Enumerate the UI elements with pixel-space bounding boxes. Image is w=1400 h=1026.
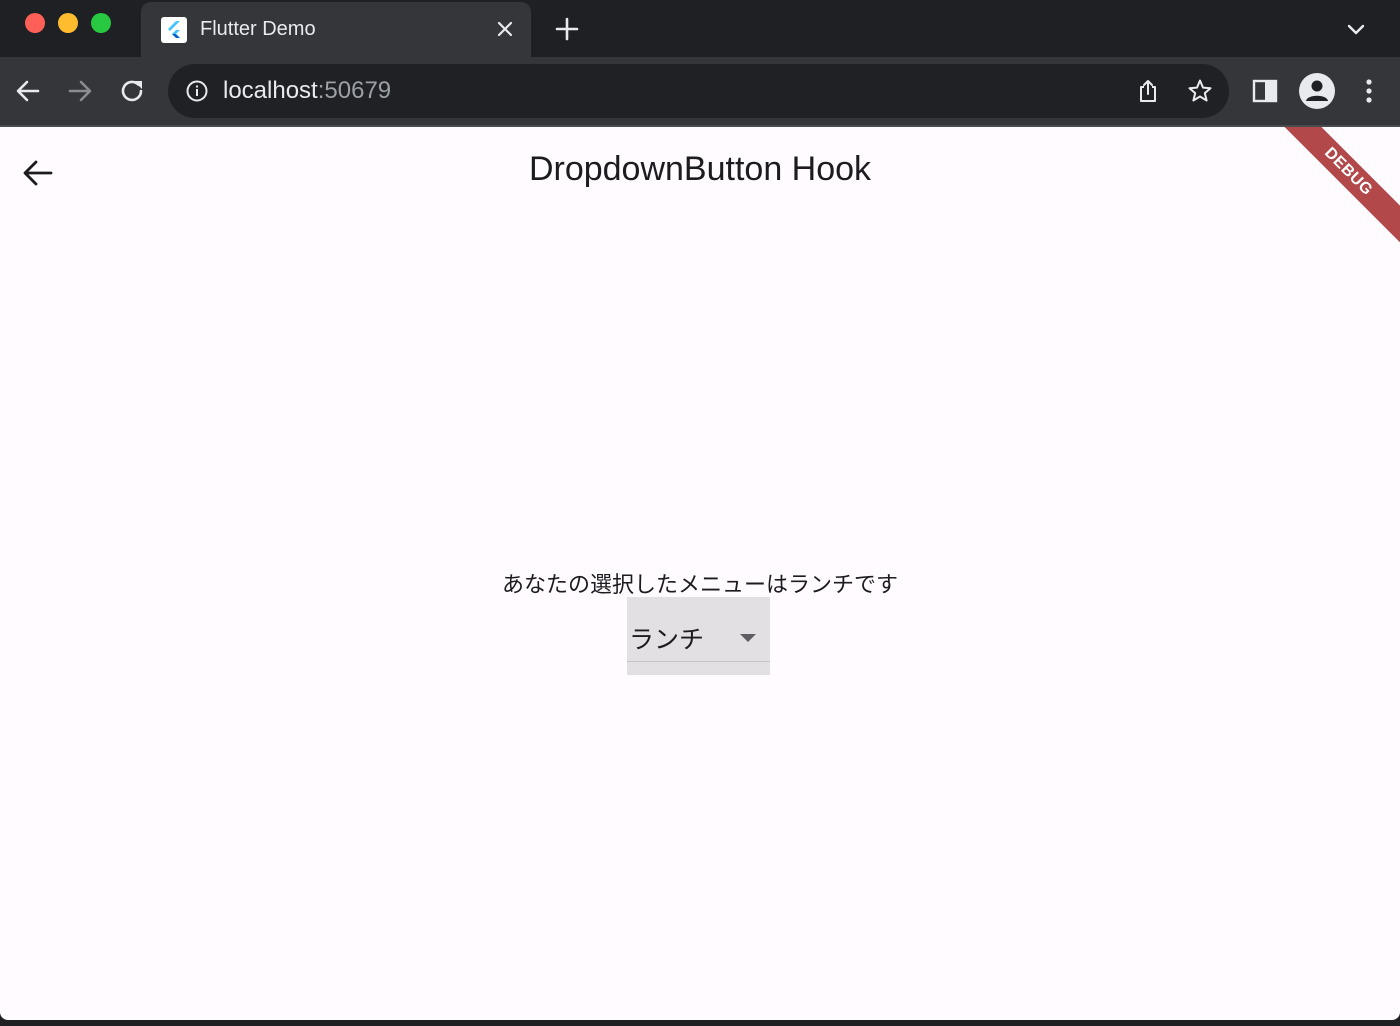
chevron-down-icon[interactable]	[1343, 17, 1369, 43]
window-bottom-edge	[0, 1020, 1400, 1026]
page-title: DropdownButton Hook	[528, 150, 872, 188]
debug-banner: DEBUG	[1261, 127, 1400, 259]
url-host: localhost	[223, 77, 318, 104]
browser-tab-active[interactable]: Flutter Demo	[141, 2, 531, 57]
info-icon[interactable]	[185, 79, 209, 103]
share-icon[interactable]	[1135, 78, 1161, 104]
side-panel-icon[interactable]	[1250, 76, 1280, 106]
maximize-window-button[interactable]	[91, 13, 111, 33]
profile-icon[interactable]	[1299, 73, 1335, 109]
reload-icon[interactable]	[117, 76, 147, 106]
dropdown-selected-value: ランチ	[629, 625, 705, 654]
dropdown-caret-icon[interactable]	[739, 630, 757, 642]
minimize-window-button[interactable]	[58, 13, 78, 33]
tab-title: Flutter Demo	[200, 18, 316, 40]
url-port: :50679	[317, 77, 392, 104]
app-viewport: DropdownButton Hook DEBUG あなたの選択したメニューはラ…	[0, 127, 1400, 1020]
address-bar[interactable]: localhost:50679	[168, 64, 1229, 118]
tab-strip: Flutter Demo	[0, 0, 1400, 57]
star-icon[interactable]	[1187, 78, 1213, 104]
menu-dropdown[interactable]: ランチ	[627, 597, 770, 675]
url-text: localhost:50679	[223, 77, 391, 105]
browser-toolbar: localhost:50679	[0, 57, 1400, 125]
back-arrow-icon[interactable]	[13, 76, 43, 106]
close-window-button[interactable]	[25, 13, 45, 33]
dropdown-underline	[627, 661, 770, 662]
forward-arrow-icon[interactable]	[65, 76, 95, 106]
selection-status-text: あなたの選択したメニューはランチです	[501, 573, 898, 598]
flutter-logo-icon	[161, 17, 187, 43]
close-tab-icon[interactable]	[493, 17, 517, 41]
kebab-menu-icon[interactable]	[1354, 76, 1384, 106]
new-tab-icon[interactable]	[554, 16, 580, 42]
